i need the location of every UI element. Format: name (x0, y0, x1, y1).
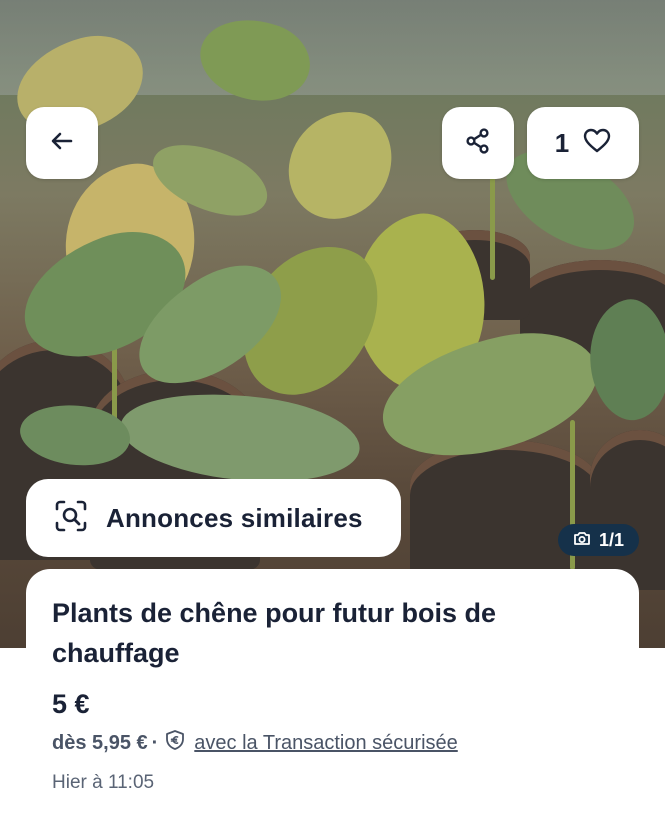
heart-icon (583, 128, 611, 159)
secure-transaction-link[interactable]: avec la Transaction sécurisée (194, 732, 457, 755)
oak-leaf (279, 100, 401, 230)
separator-dot: · (151, 731, 159, 754)
similar-listings-label: Annonces similaires (106, 502, 363, 533)
share-button[interactable] (442, 107, 514, 179)
photo-counter-text: 1/1 (598, 529, 625, 550)
photo-counter-badge: 1/1 (558, 524, 639, 556)
arrow-left-icon (49, 128, 75, 159)
secure-price: dès 5,95 € (52, 731, 148, 754)
favorite-count: 1 (554, 127, 570, 158)
favorite-button[interactable]: 1 (527, 107, 639, 179)
back-button[interactable] (26, 107, 98, 179)
similar-listings-button[interactable]: Annonces similaires (26, 479, 401, 557)
share-icon (464, 127, 492, 160)
listing-title: Plants de chêne pour futur bois de chauf… (52, 598, 497, 668)
listing-price: 5 € (52, 689, 90, 719)
camera-icon (573, 530, 591, 551)
listing-date: Hier à 11:05 (52, 772, 155, 793)
image-search-icon (54, 499, 88, 538)
euro-shield-icon (164, 729, 186, 757)
secure-transaction-row: dès 5,95 € · avec la Transaction sécuris… (52, 729, 458, 757)
listing-details-card: Plants de chêne pour futur bois de chauf… (26, 569, 639, 829)
plant-pot (590, 430, 665, 590)
